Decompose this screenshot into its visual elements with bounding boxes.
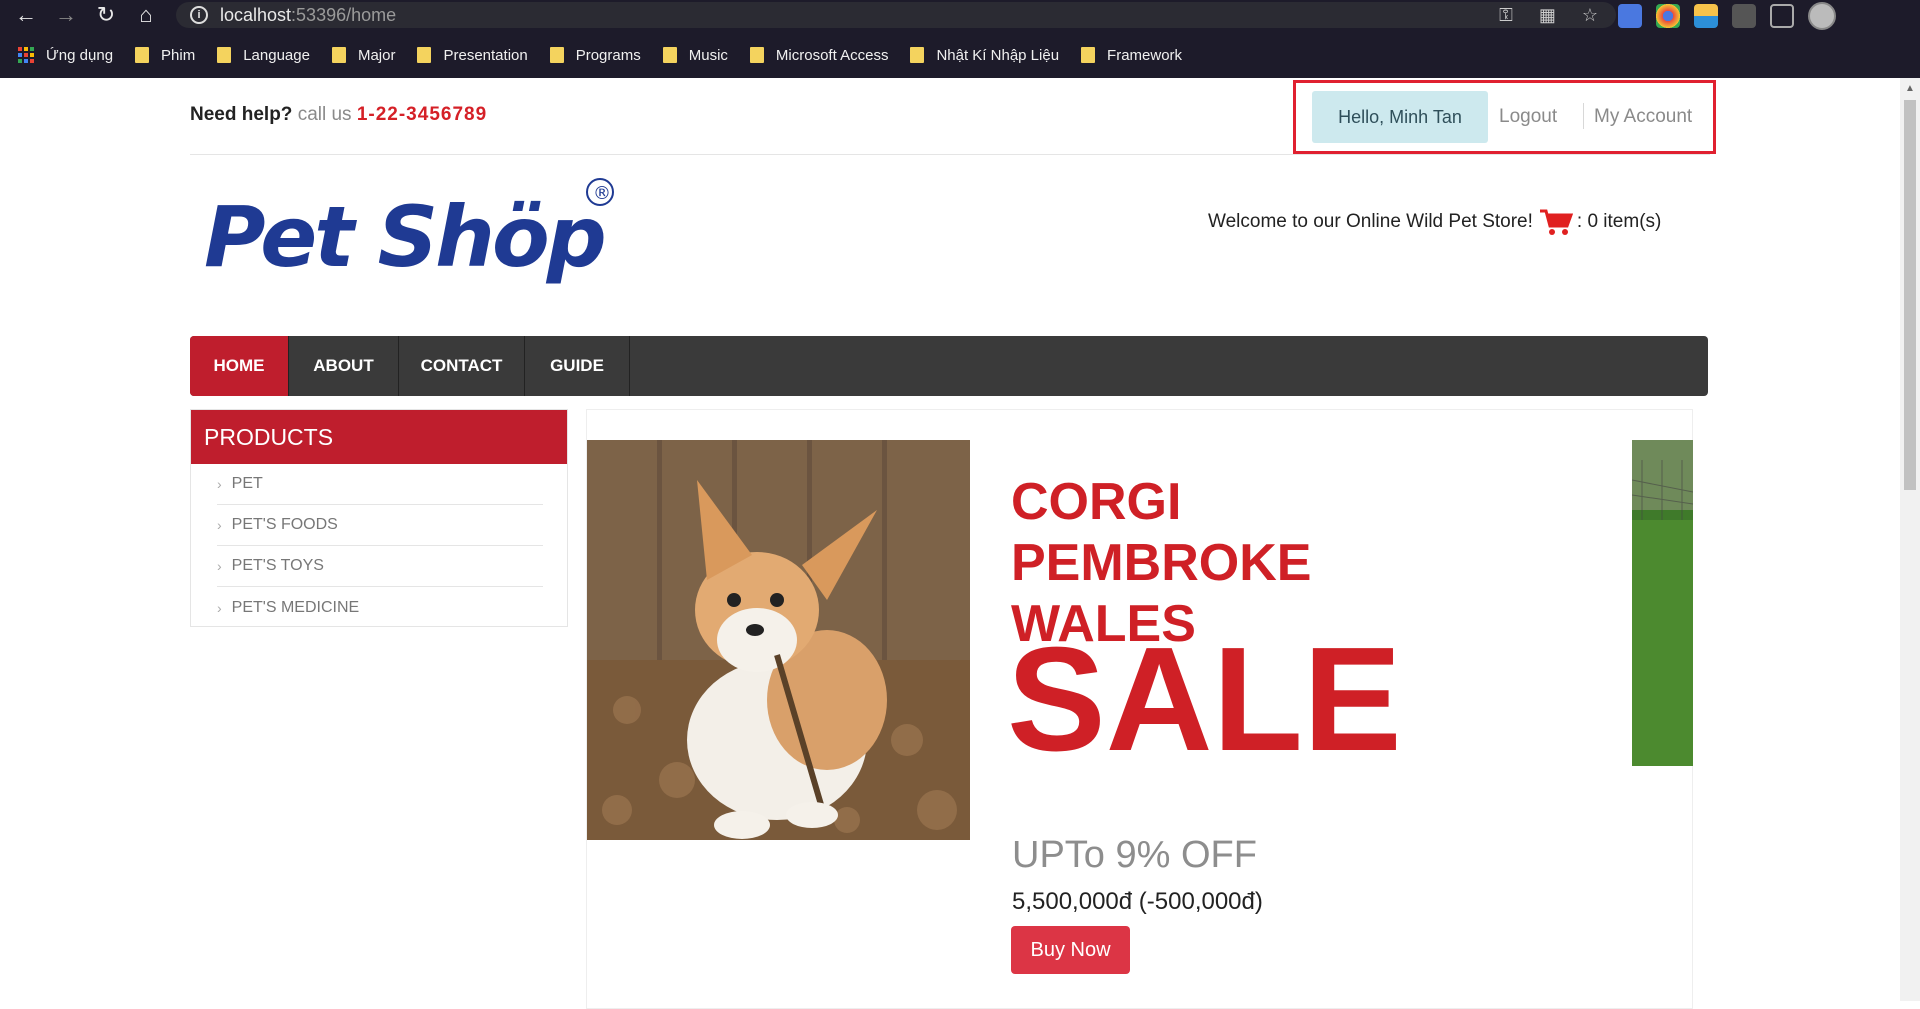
nav-home[interactable]: HOME: [190, 336, 289, 396]
chevron-right-icon: ›: [217, 517, 222, 533]
nav-contact[interactable]: CONTACT: [399, 336, 525, 396]
url-path: :53396/home: [291, 4, 397, 25]
pet-shop-logo[interactable]: Pet Shöp ®: [200, 178, 630, 298]
category-pets-foods[interactable]: › PET'S FOODS: [217, 505, 543, 546]
web-page: Need help? call us 1-22-3456789 Hello, M…: [0, 78, 1900, 1009]
call-us-label: call us: [297, 104, 352, 125]
chrome-extension-icon[interactable]: [1656, 4, 1680, 28]
promo-slider: CORGI PEMBROKE WALES SALE UPTo 9% OFF 5,…: [586, 409, 1693, 1009]
main-navigation: HOME ABOUT CONTACT GUIDE: [190, 336, 1708, 396]
bookmarks-bar: Ứng dụng Phim Language Major Presentatio…: [0, 40, 1920, 70]
bookmark-folder-nhat-ki[interactable]: Nhật Kí Nhập Liệu: [910, 47, 1059, 64]
account-links-highlight: Hello, Minh Tan Logout My Account: [1293, 80, 1716, 154]
bookmark-folder-presentation[interactable]: Presentation: [417, 46, 528, 64]
translate-icon[interactable]: ▦: [1539, 5, 1556, 26]
star-icon[interactable]: ☆: [1582, 5, 1598, 26]
folder-icon: [749, 47, 764, 63]
bookmark-folder-microsoft-access[interactable]: Microsoft Access: [749, 46, 889, 64]
bookmark-label: Nhật Kí Nhập Liệu: [936, 46, 1060, 64]
bookmark-label: Ứng dụng: [46, 46, 114, 64]
products-title: PRODUCTS: [191, 410, 567, 464]
page-scrollbar[interactable]: ▲: [1900, 78, 1920, 1001]
bookmark-folder-phim[interactable]: Phim: [135, 47, 195, 64]
category-label: PET'S MEDICINE: [231, 598, 360, 616]
bookmark-label: Major: [357, 46, 396, 64]
folder-icon: [1081, 47, 1096, 63]
bookmark-label: Programs: [575, 46, 641, 64]
bookmark-label: Music: [688, 46, 728, 64]
bookmark-folder-major[interactable]: Major: [331, 46, 396, 64]
title-line-2: PEMBROKE: [1011, 534, 1312, 592]
bookmark-label: Presentation: [443, 46, 528, 64]
site-info-icon[interactable]: i: [190, 6, 208, 24]
bookmark-apps[interactable]: Ứng dụng: [18, 47, 113, 64]
divider: [1583, 103, 1584, 129]
browser-chrome: ← → ↻ ⌂ i localhost:53396/home ⚿ ▦ ☆ Ứng…: [0, 0, 1920, 78]
my-account-link[interactable]: My Account: [1594, 91, 1692, 143]
scroll-thumb[interactable]: [1904, 100, 1916, 490]
logout-link[interactable]: Logout: [1499, 91, 1557, 143]
folder-icon: [549, 47, 564, 63]
home-icon[interactable]: ⌂: [126, 0, 166, 30]
nav-guide[interactable]: GUIDE: [525, 336, 630, 396]
title-line-1: CORGI: [1011, 473, 1182, 531]
need-help-label: Need help?: [190, 104, 293, 125]
category-pets-medicine[interactable]: › PET'S MEDICINE: [217, 587, 543, 628]
bookmark-label: Microsoft Access: [775, 46, 889, 64]
media-control-icon[interactable]: [1770, 4, 1794, 28]
chevron-right-icon: ›: [217, 476, 222, 492]
discount-text: UPTo 9% OFF: [1012, 834, 1257, 876]
chevron-right-icon: ›: [217, 599, 222, 616]
next-slide-preview-image[interactable]: [1632, 440, 1693, 766]
header-divider: [190, 154, 1710, 155]
bookmark-folder-language[interactable]: Language: [217, 47, 310, 64]
folder-icon: [217, 47, 232, 63]
bookmark-label: Language: [243, 46, 310, 64]
corgi-puppy-image: [587, 440, 970, 840]
address-bar[interactable]: i localhost:53396/home ⚿ ▦ ☆: [176, 2, 1616, 28]
bookmark-folder-framework[interactable]: Framework: [1081, 47, 1182, 64]
category-label: PET: [231, 475, 263, 492]
bookmark-label: Framework: [1107, 46, 1183, 64]
price-text: 5,500,000đ (-500,000đ): [1012, 888, 1263, 915]
key-icon[interactable]: ⚿: [1499, 5, 1513, 26]
back-icon[interactable]: ←: [6, 0, 46, 30]
category-pets-toys[interactable]: › PET'S TOYS: [217, 546, 543, 587]
folder-icon: [135, 47, 150, 63]
sale-text: SALE: [1007, 617, 1402, 782]
cart-item-count[interactable]: : 0 item(s): [1577, 211, 1661, 233]
folder-icon: [910, 47, 925, 63]
category-pet[interactable]: › PET: [217, 464, 543, 505]
registered-mark: ®: [593, 183, 611, 204]
url-host: localhost: [220, 4, 292, 25]
welcome-text: Welcome to our Online Wild Pet Store!: [1208, 211, 1533, 232]
selenium-extension-icon[interactable]: [1732, 4, 1756, 28]
buy-now-button[interactable]: Buy Now: [1011, 926, 1130, 974]
help-line: Need help? call us 1-22-3456789: [190, 104, 487, 126]
chevron-right-icon: ›: [217, 558, 222, 574]
logo-text: Pet Shöp: [204, 188, 604, 286]
welcome-cart-area: Welcome to our Online Wild Pet Store! : …: [1208, 208, 1661, 236]
bookmark-label: Phim: [161, 46, 196, 64]
profile-avatar[interactable]: [1808, 2, 1836, 30]
folder-icon: [662, 47, 677, 63]
cart-icon[interactable]: [1539, 208, 1573, 236]
phone-number: 1-22-3456789: [356, 104, 488, 125]
folder-icon: [417, 47, 432, 63]
products-sidebar: PRODUCTS › PET › PET'S FOODS › PET'S TOYS ›…: [190, 409, 568, 627]
category-label: PET'S TOYS: [231, 557, 324, 574]
bookmark-folder-programs[interactable]: Programs: [549, 46, 641, 64]
forward-icon[interactable]: →: [46, 0, 86, 30]
bookmark-folder-music[interactable]: Music: [662, 46, 728, 64]
nav-about[interactable]: ABOUT: [289, 336, 399, 396]
apps-grid-icon: [18, 47, 34, 63]
category-label: PET'S FOODS: [231, 516, 338, 533]
scroll-up-arrow-icon[interactable]: ▲: [1900, 78, 1920, 98]
folder-icon: [331, 47, 346, 63]
reload-icon[interactable]: ↻: [86, 0, 126, 30]
hello-user-button[interactable]: Hello, Minh Tan: [1312, 91, 1488, 143]
wave-extension-icon[interactable]: [1694, 4, 1718, 28]
google-translate-extension-icon[interactable]: [1618, 4, 1642, 28]
